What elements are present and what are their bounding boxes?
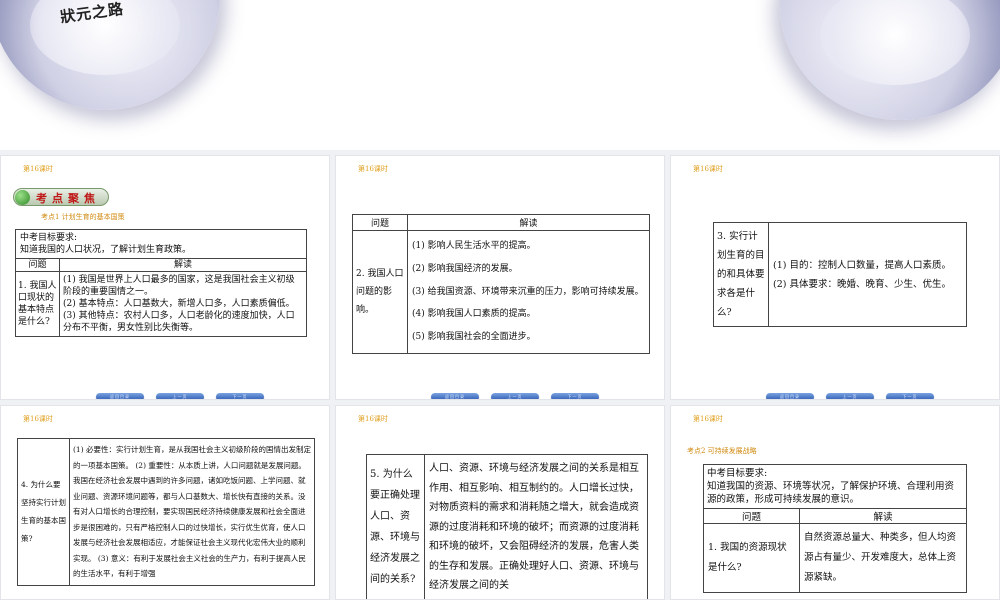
question-cell: 5. 为什么要正确处理人口、资源、环境与经济发展之间的关系?	[366, 454, 425, 599]
column-header-answer: 解读	[799, 508, 967, 524]
next-page-button[interactable]: 下一页	[216, 393, 264, 399]
question-cell: 1. 我国人口现状的基本特点是什么?	[15, 271, 60, 337]
back-to-contents-button[interactable]: 返回目录	[96, 393, 144, 399]
prev-page-button[interactable]: 上一页	[491, 393, 539, 399]
slide-thumbnail-3[interactable]: 第16课时 3. 实行计划生育的目的和具体要求各是什么? (1) 目的：控制人口…	[670, 155, 1000, 400]
answer-line: (4) 影响我国人口素质的提高。	[412, 309, 536, 319]
content-table: 问题 解读 2. 我国人口问题的影响。 (1) 影响人民生活水平的提高。 (2)…	[352, 214, 650, 354]
answer-line: (1) 影响人民生活水平的提高。	[412, 241, 536, 251]
decorative-disc-right	[780, 0, 1000, 120]
content-table: 5. 为什么要正确处理人口、资源、环境与经济发展之间的关系? 人口、资源、环境与…	[366, 454, 648, 599]
nav-label: 下一页	[567, 394, 583, 399]
slide-lesson-tag: 第16课时	[23, 165, 53, 173]
slide-thumbnail-1[interactable]: 第16课时 考点聚焦 考点1 计划生育的基本国策 中考目标要求: 知道我国的人口…	[0, 155, 330, 400]
question-cell: 3. 实行计划生育的目的和具体要求各是什么?	[713, 222, 769, 327]
answer-cell: (1) 我国是世界上人口最多的国家，这是我国社会主义初级阶段的重要国情之一。 (…	[59, 271, 307, 337]
slide-thumbnail-2[interactable]: 第16课时 问题 解读 2. 我国人口问题的影响。 (1) 影响人民生活水平的提…	[335, 155, 665, 400]
goal-cell: 中考目标要求: 知道我国的资源、环境等状况，了解保护环境、合理利用资源的政策，形…	[703, 464, 967, 509]
content-table: 3. 实行计划生育的目的和具体要求各是什么? (1) 目的：控制人口数量，提高人…	[713, 222, 967, 327]
slide-thumbnail-6[interactable]: 第16课时 考点2 可持续发展战略 中考目标要求: 知道我国的资源、环境等状况，…	[670, 405, 1000, 600]
answer-cell: (1) 目的：控制人口数量，提高人口素质。 (2) 具体要求：晚婚、晚育、少生、…	[768, 222, 967, 327]
next-page-button[interactable]: 下一页	[551, 393, 599, 399]
nav-label: 上一页	[172, 394, 188, 399]
green-ball-icon	[15, 190, 30, 205]
top-banner: 狀元之路	[0, 0, 1000, 150]
nav-label: 返回目录	[445, 394, 465, 399]
question-cell: 4. 为什么要坚持实行计划生育的基本国策?	[17, 438, 70, 586]
answer-cell: 人口、资源、环境与经济发展之间的关系是相互作用、相互影响、相互制约的。人口增长过…	[424, 454, 648, 599]
slide-lesson-tag: 第16课时	[358, 415, 388, 423]
content-table: 中考目标要求: 知道我国的人口状况，了解计划生育政策。 问题 解读 1. 我国人…	[15, 229, 307, 337]
content-table: 中考目标要求: 知道我国的资源、环境等状况，了解保护环境、合理利用资源的政策，形…	[703, 464, 967, 593]
slide-lesson-tag: 第16课时	[358, 165, 388, 173]
column-header-question: 问题	[703, 508, 800, 524]
prev-page-button[interactable]: 上一页	[826, 393, 874, 399]
nav-label: 下一页	[232, 394, 248, 399]
back-to-contents-button[interactable]: 返回目录	[431, 393, 479, 399]
slide-nav: 返回目录 上一页 下一页	[766, 393, 934, 399]
question-cell: 2. 我国人口问题的影响。	[352, 230, 408, 354]
nav-label: 返回目录	[780, 394, 800, 399]
answer-line: (3) 给我国资源、环境带来沉重的压力，影响可持续发展。	[412, 287, 644, 297]
slide-nav: 返回目录 上一页 下一页	[96, 393, 264, 399]
nav-label: 上一页	[507, 394, 523, 399]
disc-highlight	[820, 0, 970, 85]
goal-text: 知道我国的人口状况，了解计划生育政策。	[20, 245, 192, 255]
kaodian-heading: 考点2 可持续发展战略	[687, 447, 757, 455]
question-cell: 1. 我国的资源现状是什么?	[703, 523, 800, 593]
column-header-answer: 解读	[407, 214, 650, 231]
answer-line: (1) 我国是世界上人口最多的国家，这是我国社会主义初级阶段的重要国情之一。	[63, 275, 295, 297]
slide-lesson-tag: 第16课时	[693, 165, 723, 173]
next-page-button[interactable]: 下一页	[886, 393, 934, 399]
prev-page-button[interactable]: 上一页	[156, 393, 204, 399]
answer-line: (3) 其他特点：农村人口多，人口老龄化的速度加快，人口分布不平衡，男女性别比失…	[63, 311, 295, 333]
goal-title: 中考目标要求:	[20, 233, 78, 243]
slide-lesson-tag: 第16课时	[23, 415, 53, 423]
goal-title: 中考目标要求:	[707, 468, 768, 479]
goal-cell: 中考目标要求: 知道我国的人口状况，了解计划生育政策。	[15, 229, 307, 259]
section-badge: 考点聚焦	[13, 188, 109, 206]
answer-line: (2) 基本特点：人口基数大，新增人口多，人口素质偏低。	[63, 299, 295, 309]
nav-label: 下一页	[902, 394, 918, 399]
slide-lesson-tag: 第16课时	[693, 415, 723, 423]
column-header-answer: 解读	[59, 258, 307, 272]
section-badge-label: 考点聚焦	[36, 192, 100, 205]
content-table: 4. 为什么要坚持实行计划生育的基本国策? (1) 必要性：实行计划生育，是从我…	[17, 438, 315, 586]
nav-label: 上一页	[842, 394, 858, 399]
nav-label: 返回目录	[110, 394, 130, 399]
goal-text: 知道我国的资源、环境等状况，了解保护环境、合理利用资源的政策，形成可持续发展的意…	[707, 481, 955, 505]
slide-thumbnail-5[interactable]: 第16课时 5. 为什么要正确处理人口、资源、环境与经济发展之间的关系? 人口、…	[335, 405, 665, 600]
answer-cell: (1) 影响人民生活水平的提高。 (2) 影响我国经济的发展。 (3) 给我国资…	[407, 230, 650, 354]
kaodian-heading: 考点1 计划生育的基本国策	[41, 213, 125, 221]
answer-cell: (1) 必要性：实行计划生育，是从我国社会主义初级阶段的国情出发制定的一项基本国…	[69, 438, 315, 586]
column-header-question: 问题	[352, 214, 408, 231]
column-header-question: 问题	[15, 258, 60, 272]
answer-cell: 自然资源总量大、种类多，但人均资源占有量少、开发难度大，总体上资源紧缺。	[799, 523, 967, 593]
slide-nav: 返回目录 上一页 下一页	[431, 393, 599, 399]
back-to-contents-button[interactable]: 返回目录	[766, 393, 814, 399]
answer-line: (5) 影响我国社会的全面进步。	[412, 332, 536, 342]
decorative-disc-left: 狀元之路	[0, 0, 220, 110]
answer-line: (2) 影响我国经济的发展。	[412, 264, 518, 274]
slide-thumbnail-4[interactable]: 第16课时 4. 为什么要坚持实行计划生育的基本国策? (1) 必要性：实行计划…	[0, 405, 330, 600]
